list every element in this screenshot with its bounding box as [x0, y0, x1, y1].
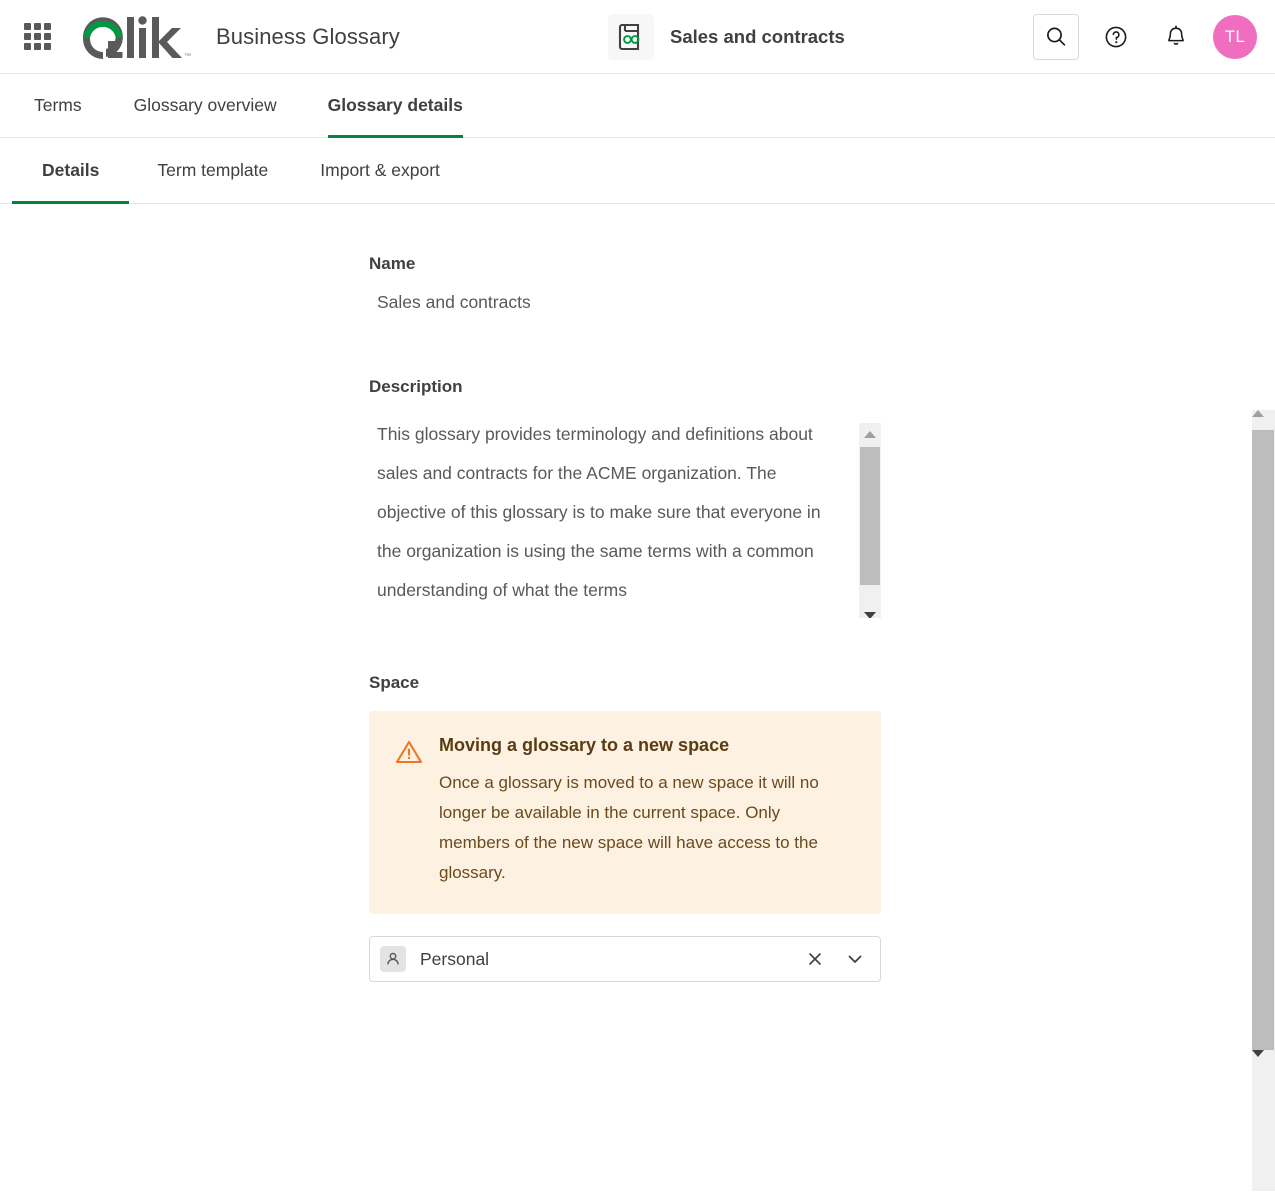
glossary-details-form: Name Sales and contracts Description Thi…: [369, 254, 881, 982]
tab-glossary-overview-label: Glossary overview: [134, 95, 277, 116]
scroll-down-arrow-icon[interactable]: [1252, 1050, 1275, 1070]
description-label: Description: [369, 377, 881, 397]
scroll-up-arrow-icon[interactable]: [859, 423, 881, 445]
space-label: Space: [369, 673, 881, 693]
description-textarea[interactable]: This glossary provides terminology and d…: [369, 415, 881, 618]
avatar[interactable]: TL: [1213, 15, 1257, 59]
bell-icon[interactable]: [1153, 14, 1199, 60]
warning-triangle-icon: [395, 735, 423, 888]
page-scrollbar[interactable]: [1251, 410, 1275, 1191]
tab-term-template-label: Term template: [157, 160, 268, 181]
description-scrollbar-thumb[interactable]: [860, 447, 880, 585]
name-input[interactable]: Sales and contracts: [369, 292, 881, 313]
svg-text:™: ™: [184, 53, 191, 60]
tab-glossary-details[interactable]: Glossary details: [328, 74, 463, 138]
glossary-context-chip[interactable]: Sales and contracts: [608, 13, 845, 61]
chevron-down-icon[interactable]: [842, 946, 868, 972]
qlik-logo-mark: ™: [76, 11, 196, 63]
tab-import-export[interactable]: Import & export: [320, 138, 440, 204]
header-actions: TL: [1033, 0, 1257, 74]
glossary-details-content: Name Sales and contracts Description Thi…: [0, 204, 1275, 1191]
secondary-tab-bar: Details Term template Import & export: [0, 138, 1275, 204]
glossary-book-icon: [608, 14, 654, 60]
help-question-icon[interactable]: [1093, 14, 1139, 60]
warning-text-block: Moving a glossary to a new space Once a …: [439, 735, 855, 888]
person-icon: [380, 946, 406, 972]
warning-body: Once a glossary is moved to a new space …: [439, 768, 855, 888]
space-select-value: Personal: [420, 949, 802, 970]
scroll-down-arrow-icon[interactable]: [859, 604, 881, 618]
primary-tab-bar: Terms Glossary overview Glossary details: [0, 74, 1275, 138]
avatar-initials: TL: [1225, 28, 1245, 47]
qlik-logo[interactable]: ™: [76, 11, 196, 63]
top-header-bar: ™ Business Glossary Sales and contracts: [0, 0, 1275, 74]
name-field-group: Name Sales and contracts: [369, 254, 881, 313]
grid-apps-icon[interactable]: [20, 20, 54, 54]
space-select[interactable]: Personal: [369, 936, 881, 982]
scroll-up-arrow-icon[interactable]: [1252, 410, 1275, 430]
space-move-warning-banner: Moving a glossary to a new space Once a …: [369, 711, 881, 914]
description-scrollbar[interactable]: [859, 423, 881, 618]
tab-details-label: Details: [42, 160, 99, 181]
warning-title: Moving a glossary to a new space: [439, 735, 855, 756]
tab-terms-label: Terms: [34, 95, 82, 116]
tab-glossary-overview[interactable]: Glossary overview: [134, 74, 277, 138]
page-title: Business Glossary: [216, 24, 400, 50]
tab-import-export-label: Import & export: [320, 160, 440, 181]
space-field-group: Space Moving a glossary to a new space O…: [369, 673, 881, 982]
tab-term-template[interactable]: Term template: [157, 138, 268, 204]
close-x-icon[interactable]: [802, 946, 828, 972]
description-text: This glossary provides terminology and d…: [377, 415, 847, 610]
tab-terms[interactable]: Terms: [34, 74, 82, 138]
search-icon[interactable]: [1033, 14, 1079, 60]
glossary-chip-label: Sales and contracts: [670, 26, 845, 48]
tab-glossary-details-label: Glossary details: [328, 95, 463, 116]
description-field-group: Description This glossary provides termi…: [369, 377, 881, 618]
tab-details[interactable]: Details: [42, 138, 99, 204]
name-label: Name: [369, 254, 881, 274]
page-scrollbar-thumb[interactable]: [1252, 430, 1274, 1050]
